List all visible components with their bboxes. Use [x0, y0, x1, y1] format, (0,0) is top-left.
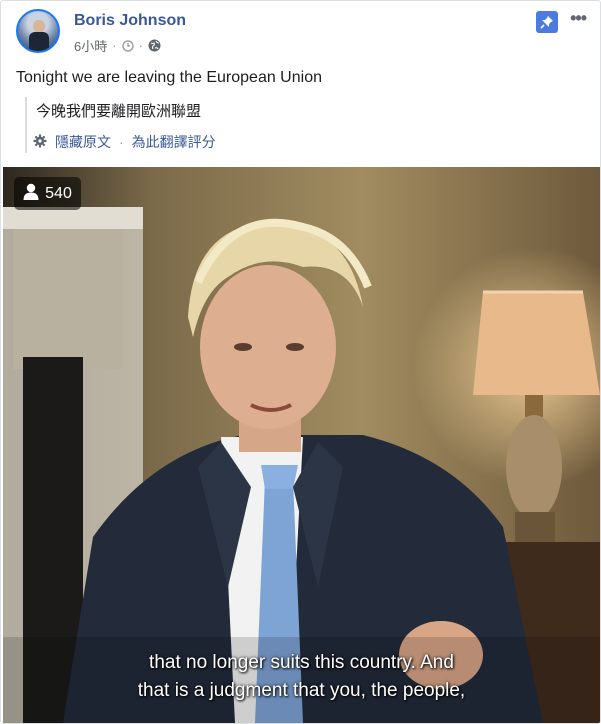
- translation-block: 今晚我們要離開歐洲聯盟 隱藏原文 · 為此翻譯評分: [25, 97, 216, 153]
- separator-dot: ·: [138, 38, 143, 53]
- separator-dot: ·: [119, 134, 124, 150]
- post-timestamp[interactable]: 6小時: [74, 36, 107, 55]
- post-header: Boris Johnson 6小時 · · •••: [16, 9, 587, 59]
- post-text: Tonight we are leaving the European Unio…: [16, 69, 322, 86]
- translation-bar: 隱藏原文 · 為此翻譯評分: [33, 132, 216, 152]
- post-meta: 6小時 · ·: [74, 36, 161, 55]
- author-name[interactable]: Boris Johnson: [74, 12, 186, 30]
- pin-icon[interactable]: [536, 11, 558, 33]
- separator-dot: ·: [112, 38, 117, 53]
- post-card: Boris Johnson 6小時 · · ••• Tonight we are…: [0, 0, 601, 724]
- rate-translation-link[interactable]: 為此翻譯評分: [132, 132, 216, 152]
- avatar[interactable]: [16, 9, 60, 53]
- video-frame: [3, 167, 600, 723]
- video-player[interactable]: 540 that no longer suits this country. A…: [3, 167, 600, 723]
- view-count: 540: [45, 184, 72, 202]
- subtitle-line-2: that is a judgment that you, the people,: [137, 680, 466, 701]
- person-icon: [23, 183, 39, 205]
- clock-icon: [121, 39, 134, 52]
- translated-text: 今晚我們要離開歐洲聯盟: [36, 103, 202, 120]
- subtitle-line-1: that no longer suits this country. And: [149, 652, 454, 673]
- hide-original-link[interactable]: 隱藏原文: [55, 132, 111, 152]
- more-options-icon[interactable]: •••: [570, 9, 587, 27]
- gear-icon[interactable]: [33, 134, 47, 151]
- view-count-badge: 540: [14, 177, 81, 210]
- globe-icon[interactable]: [148, 39, 161, 52]
